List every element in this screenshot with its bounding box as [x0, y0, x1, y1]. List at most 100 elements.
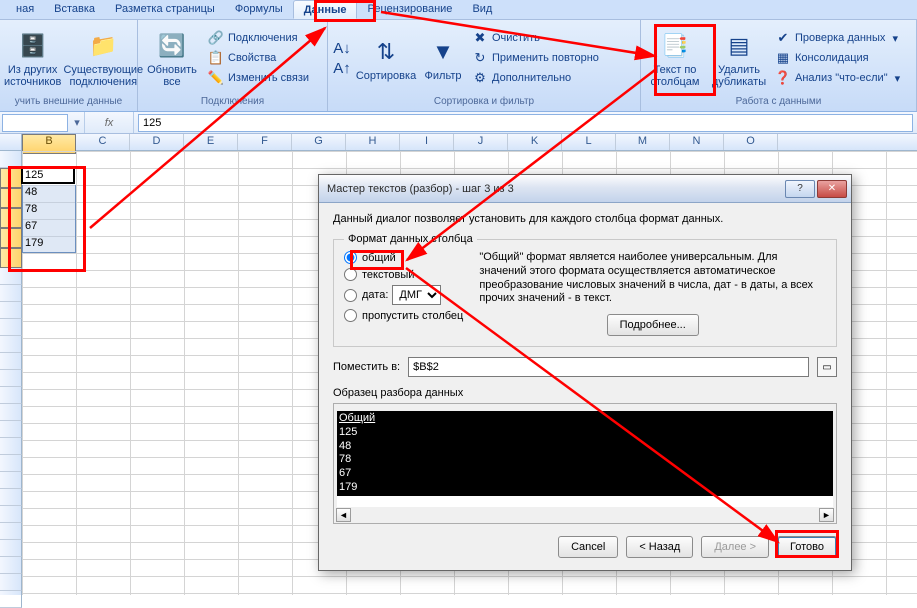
row-header[interactable]	[0, 591, 22, 608]
tab-home[interactable]: ная	[6, 0, 44, 19]
col-header-n[interactable]: N	[670, 134, 724, 150]
col-header-i[interactable]: I	[400, 134, 454, 150]
preview-area[interactable]: Общий 125 48 78 67 179	[337, 411, 833, 507]
advanced-filter-button[interactable]: ⚙Дополнительно	[470, 69, 601, 87]
row-header[interactable]	[0, 248, 22, 268]
row-header[interactable]	[0, 506, 22, 523]
tab-layout[interactable]: Разметка страницы	[105, 0, 225, 19]
from-other-sources-button[interactable]: 🗄️ Из других источников	[4, 28, 61, 88]
data-validation-button[interactable]: ✔Проверка данных ▾	[773, 29, 902, 47]
col-header-g[interactable]: G	[292, 134, 346, 150]
row-header[interactable]	[0, 285, 22, 302]
name-box[interactable]	[2, 114, 68, 132]
row-header[interactable]	[0, 574, 22, 591]
col-header-j[interactable]: J	[454, 134, 508, 150]
clear-filter-button[interactable]: ✖Очистить	[470, 29, 601, 47]
existing-connections-button[interactable]: 📁 Существующие подключения	[65, 28, 141, 88]
row-header[interactable]	[0, 370, 22, 387]
sort-button[interactable]: ⇅ Сортировка	[356, 34, 416, 82]
format-description: "Общий" формат является наиболее универс…	[479, 251, 826, 306]
sort-desc-icon: A↑	[334, 60, 350, 76]
radio-text[interactable]: текстовый	[344, 268, 463, 281]
finish-button[interactable]: Готово	[777, 536, 837, 558]
sort-desc-button[interactable]: A↑	[332, 59, 352, 77]
col-header-d[interactable]: D	[130, 134, 184, 150]
sort-asc-button[interactable]: A↓	[332, 39, 352, 57]
row-header[interactable]	[0, 523, 22, 540]
row-header[interactable]	[0, 208, 22, 228]
radio-skip[interactable]: пропустить столбец	[344, 309, 463, 322]
row-header[interactable]	[0, 228, 22, 248]
cell[interactable]: 67	[22, 219, 76, 236]
col-header-e[interactable]: E	[184, 134, 238, 150]
text-to-columns-icon: 📑	[659, 30, 691, 62]
row-header[interactable]	[0, 168, 22, 188]
fieldset-legend: Формат данных столбца	[344, 233, 477, 245]
destination-input[interactable]	[408, 357, 809, 377]
close-button[interactable]: ✕	[817, 180, 847, 198]
tab-review[interactable]: Рецензирование	[357, 0, 462, 19]
text-to-columns-button[interactable]: 📑 Текст по столбцам	[645, 28, 705, 88]
what-if-button[interactable]: ❓Анализ "что-если" ▾	[773, 69, 902, 87]
col-header-m[interactable]: M	[616, 134, 670, 150]
row-header[interactable]	[0, 472, 22, 489]
tab-view[interactable]: Вид	[462, 0, 502, 19]
col-header-k[interactable]: K	[508, 134, 562, 150]
row-header[interactable]	[0, 421, 22, 438]
help-button[interactable]: ?	[785, 180, 815, 198]
row-header[interactable]	[0, 455, 22, 472]
formula-input[interactable]: 125	[138, 114, 913, 132]
row-header[interactable]	[0, 268, 22, 285]
preview-h-scrollbar[interactable]: ◄ ►	[334, 507, 836, 523]
select-all-corner[interactable]	[0, 134, 22, 150]
consolidate-button[interactable]: ▦Консолидация	[773, 49, 902, 67]
fx-button[interactable]: fx	[84, 112, 134, 133]
radio-date[interactable]: дата:	[344, 289, 388, 302]
properties-button[interactable]: 📋Свойства	[206, 49, 311, 67]
row-header[interactable]	[0, 319, 22, 336]
collapse-dialog-button[interactable]: ▭	[817, 357, 837, 377]
back-button[interactable]: < Назад	[626, 536, 693, 558]
preview-panel: Общий 125 48 78 67 179 ◄ ►	[333, 403, 837, 524]
row-header[interactable]	[0, 438, 22, 455]
more-button[interactable]: Подробнее...	[607, 314, 699, 336]
tab-formulas[interactable]: Формулы	[225, 0, 293, 19]
refresh-all-button[interactable]: 🔄 Обновить все	[142, 28, 202, 88]
cell[interactable]: 179	[22, 236, 76, 253]
row-header[interactable]	[0, 151, 22, 168]
row-header[interactable]	[0, 489, 22, 506]
folder-link-icon: 📁	[87, 30, 119, 62]
cell[interactable]: 78	[22, 202, 76, 219]
row-header[interactable]	[0, 540, 22, 557]
row-header[interactable]	[0, 188, 22, 208]
cell[interactable]: 48	[22, 185, 76, 202]
row-header[interactable]	[0, 557, 22, 574]
col-header-f[interactable]: F	[238, 134, 292, 150]
row-header[interactable]	[0, 302, 22, 319]
col-header-l[interactable]: L	[562, 134, 616, 150]
name-box-dropdown[interactable]: ▾	[70, 116, 84, 129]
tab-insert[interactable]: Вставка	[44, 0, 105, 19]
filter-button[interactable]: ▼ Фильтр	[420, 34, 466, 82]
cancel-button[interactable]: Cancel	[558, 536, 618, 558]
dedup-icon: ▤	[723, 30, 755, 62]
scroll-left-button[interactable]: ◄	[336, 508, 351, 522]
col-header-c[interactable]: C	[76, 134, 130, 150]
scroll-right-button[interactable]: ►	[819, 508, 834, 522]
row-header[interactable]	[0, 336, 22, 353]
what-if-icon: ❓	[775, 70, 791, 86]
reapply-filter-button[interactable]: ↻Применить повторно	[470, 49, 601, 67]
row-header[interactable]	[0, 353, 22, 370]
remove-duplicates-button[interactable]: ▤ Удалить дубликаты	[709, 28, 769, 88]
refresh-icon: 🔄	[156, 30, 188, 62]
dialog-titlebar[interactable]: Мастер текстов (разбор) - шаг 3 из 3 ? ✕	[319, 175, 851, 203]
connections-button[interactable]: 🔗Подключения	[206, 29, 311, 47]
edit-links-button[interactable]: ✏️Изменить связи	[206, 69, 311, 87]
row-header[interactable]	[0, 387, 22, 404]
tab-data[interactable]: Данные	[293, 0, 358, 19]
radio-general[interactable]: общий	[344, 251, 463, 264]
row-header[interactable]	[0, 404, 22, 421]
date-format-select[interactable]: ДМГ	[392, 285, 441, 305]
col-header-o[interactable]: O	[724, 134, 778, 150]
col-header-h[interactable]: H	[346, 134, 400, 150]
